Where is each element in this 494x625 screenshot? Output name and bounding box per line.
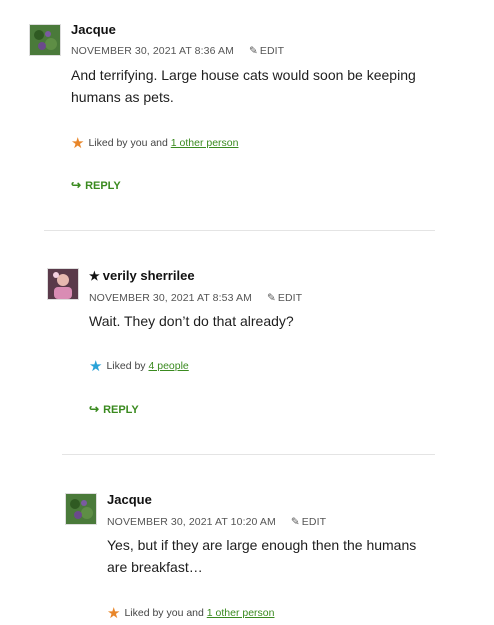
edit-label: EDIT — [259, 45, 285, 57]
likes-summary: ★ Liked by you and 1 other person — [71, 134, 238, 152]
edit-label: EDIT — [301, 516, 327, 528]
pencil-icon: ✎ — [290, 516, 300, 528]
comment-timestamp[interactable]: NOVEMBER 30, 2021 AT 8:36 AM — [71, 45, 234, 57]
reply-label: REPLY — [85, 180, 121, 192]
star-icon[interactable]: ★ — [71, 135, 84, 152]
pencil-icon: ✎ — [266, 292, 276, 304]
reply-label: REPLY — [103, 404, 139, 416]
comment-author[interactable]: Jacque — [71, 22, 116, 37]
avatar-flower-image — [66, 494, 96, 524]
likes-prefix: Liked by — [106, 360, 149, 372]
likes-summary: ★ Liked by you and 1 other person — [107, 604, 274, 622]
pencil-icon: ✎ — [248, 45, 258, 57]
comment-author[interactable]: Jacque — [107, 492, 152, 507]
comment-meta: NOVEMBER 30, 2021 AT 8:36 AM ✎ EDIT — [71, 45, 284, 57]
likes-link[interactable]: 1 other person — [207, 607, 275, 619]
comment-text: Wait. They don’t do that already? — [89, 313, 294, 329]
likes-link[interactable]: 1 other person — [171, 137, 239, 149]
comment-divider — [62, 454, 435, 455]
likes-link[interactable]: 4 people — [148, 360, 188, 372]
comment-meta: NOVEMBER 30, 2021 AT 10:20 AM ✎ EDIT — [107, 516, 326, 528]
author-name: verily sherrilee — [102, 268, 195, 283]
comment-text: Yes, but if they are large enough then t… — [107, 537, 417, 575]
reply-arrow-icon: ↪ — [71, 178, 82, 192]
comment-divider — [44, 230, 435, 231]
avatar-flower-image — [30, 25, 60, 55]
star-icon[interactable]: ★ — [107, 605, 120, 622]
edit-link[interactable]: ✎ EDIT — [267, 292, 302, 304]
comment-text: And terrifying. Large house cats would s… — [71, 67, 416, 105]
comment-timestamp[interactable]: NOVEMBER 30, 2021 AT 8:53 AM — [89, 292, 252, 304]
reply-button[interactable]: ↪ REPLY — [71, 178, 121, 192]
edit-label: EDIT — [277, 292, 303, 304]
edit-link[interactable]: ✎ EDIT — [249, 45, 284, 57]
reply-arrow-icon: ↪ — [89, 402, 100, 416]
author-star-icon: ★ — [89, 269, 100, 283]
star-icon[interactable]: ★ — [89, 358, 102, 375]
avatar-person-image — [48, 269, 78, 299]
reply-button[interactable]: ↪ REPLY — [89, 402, 139, 416]
edit-link[interactable]: ✎ EDIT — [291, 516, 326, 528]
avatar[interactable] — [29, 24, 61, 56]
comment-meta: NOVEMBER 30, 2021 AT 8:53 AM ✎ EDIT — [89, 292, 302, 304]
avatar[interactable] — [47, 268, 79, 300]
likes-prefix: Liked by you and — [124, 607, 207, 619]
comment-timestamp[interactable]: NOVEMBER 30, 2021 AT 10:20 AM — [107, 516, 276, 528]
comment-author[interactable]: ★ verily sherrilee — [89, 268, 195, 283]
likes-summary: ★ Liked by 4 people — [89, 357, 189, 375]
likes-prefix: Liked by you and — [88, 137, 171, 149]
avatar[interactable] — [65, 493, 97, 525]
